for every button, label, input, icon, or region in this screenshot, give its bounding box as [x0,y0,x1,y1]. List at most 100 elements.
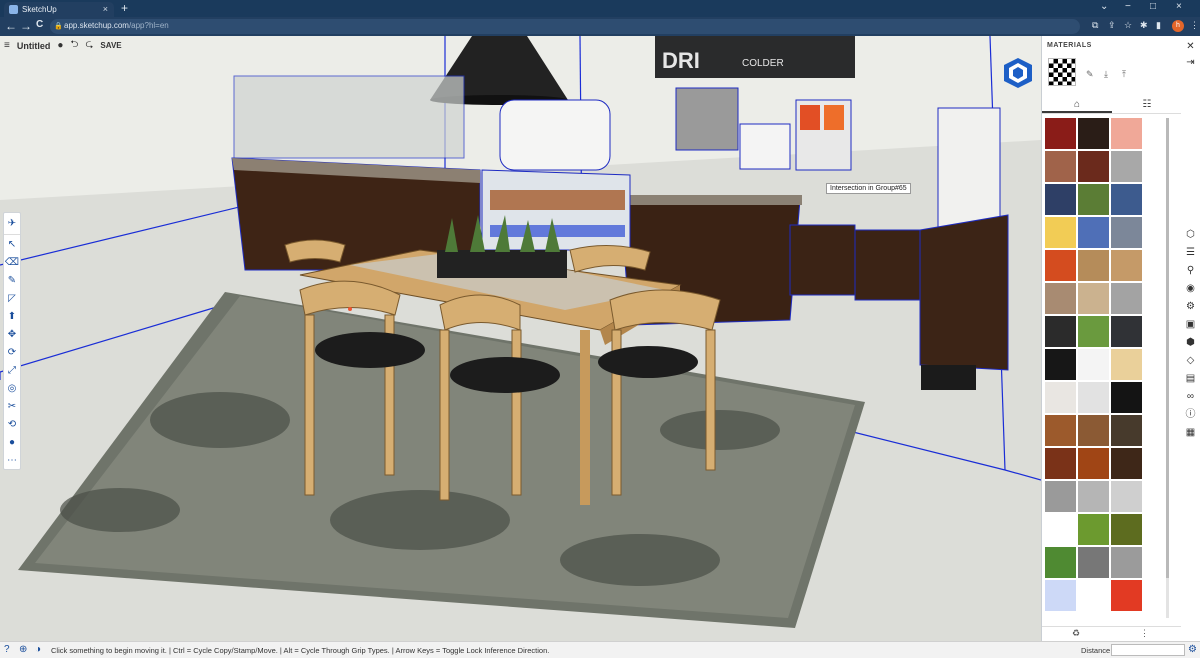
material-swatch[interactable] [1078,547,1109,578]
tab-search-chevron-icon[interactable]: ⌄ [1100,1,1108,12]
tab-in-model-home-icon[interactable]: ⌂ [1042,96,1112,113]
material-swatch[interactable] [1045,448,1076,479]
info-icon[interactable]: ⓘ [1184,408,1197,421]
material-swatch[interactable] [1045,184,1076,215]
components-icon[interactable]: ⚙ [1184,300,1197,313]
active-material-swatch[interactable] [1048,58,1076,86]
material-swatch[interactable] [1111,349,1142,380]
settings-gear-icon[interactable]: ⚙ [1188,644,1197,655]
material-swatch[interactable] [1111,217,1142,248]
orbit-tool-icon[interactable]: ⟲ [4,415,20,433]
back-button[interactable]: ← [5,19,17,33]
pencil-tool-icon[interactable]: ✎ [4,271,20,289]
share-icon[interactable]: ⇪ [1108,20,1116,31]
paint-bucket-tool-icon[interactable]: ● [4,433,20,451]
profile-icon[interactable]: ◑ [35,644,41,655]
scenes-icon[interactable]: ⬢ [1184,336,1197,349]
tab-close-icon[interactable]: × [103,4,108,14]
tags-icon[interactable]: ⚲ [1184,264,1197,277]
view-icon[interactable]: ∞ [1184,390,1197,403]
material-swatch[interactable] [1111,151,1142,182]
camera-icon[interactable]: ▦ [1184,426,1197,439]
more-tools-icon[interactable]: ⋯ [4,451,20,469]
browser-menu-icon[interactable]: ⋮ [1190,20,1199,31]
material-swatch[interactable] [1045,514,1076,545]
material-swatch[interactable] [1078,283,1109,314]
material-swatch[interactable] [1045,349,1076,380]
material-swatch[interactable] [1045,250,1076,281]
material-swatch[interactable] [1045,415,1076,446]
material-swatch[interactable] [1078,382,1109,413]
collapse-tray-icon[interactable]: ⇥ [1184,56,1197,69]
user-icon[interactable]: ● [57,40,63,51]
scale-tool-icon[interactable]: ⤢ [4,361,20,379]
entity-info-icon[interactable]: ⬡ [1184,228,1197,241]
push-pull-tool-icon[interactable]: ⬆ [4,307,20,325]
material-swatch[interactable] [1111,283,1142,314]
rotate-tool-icon[interactable]: ⟳ [4,343,20,361]
extensions-icon[interactable]: ✱ [1140,20,1148,31]
material-swatch[interactable] [1078,415,1109,446]
panel-scrollbar[interactable] [1166,118,1169,618]
model-title[interactable]: Untitled [17,41,51,51]
browser-tab[interactable]: SketchUp × [4,2,114,17]
material-swatch[interactable] [1111,547,1142,578]
eraser-tool-icon[interactable]: ⌫ [4,253,20,271]
material-swatch[interactable] [1078,316,1109,347]
address-bar[interactable]: 🔒 app.sketchup.com/app?hl=en [50,19,1080,34]
select-tool-icon[interactable]: ↖ [4,235,20,253]
material-swatch[interactable] [1111,580,1142,611]
styles-icon[interactable]: ▣ [1184,318,1197,331]
material-swatch[interactable] [1045,382,1076,413]
help-icon[interactable]: ? [4,644,10,655]
materials-tray-icon[interactable]: ◉ [1184,282,1197,295]
material-swatch[interactable] [1045,283,1076,314]
material-swatch[interactable] [1078,514,1109,545]
forward-button[interactable]: → [20,19,32,33]
more-options-icon[interactable]: ⋮ [1140,628,1149,639]
move-tool-icon[interactable]: ✥ [4,325,20,343]
minimize-button[interactable]: − [1125,1,1131,12]
material-swatch[interactable] [1045,580,1076,611]
reload-button[interactable]: C [36,19,43,30]
material-swatch[interactable] [1111,118,1142,149]
hamburger-menu-icon[interactable]: ≡ [4,40,10,51]
material-swatch[interactable] [1111,415,1142,446]
install-app-icon[interactable]: ⧉ [1092,20,1098,31]
side-panel-icon[interactable]: ▮ [1156,20,1161,31]
display-icon[interactable]: ▤ [1184,372,1197,385]
pin-toolbar-icon[interactable]: ✈ [4,213,20,235]
material-swatch[interactable] [1078,481,1109,512]
material-swatch[interactable] [1111,250,1142,281]
material-swatch[interactable] [1111,481,1142,512]
material-swatch[interactable] [1111,448,1142,479]
globe-icon[interactable]: ⊕ [19,644,27,655]
material-swatch[interactable] [1078,184,1109,215]
material-swatch[interactable] [1045,547,1076,578]
distance-input[interactable] [1111,644,1185,656]
recycle-icon[interactable]: ♻ [1072,628,1080,639]
material-swatch[interactable] [1045,151,1076,182]
material-swatch[interactable] [1111,316,1142,347]
tab-browse-icon[interactable]: ☷ [1112,96,1182,113]
import-material-icon[interactable]: ⤓ [1104,69,1108,80]
maximize-button[interactable]: □ [1150,1,1156,12]
close-tray-icon[interactable]: ✕ [1184,40,1197,53]
save-button[interactable]: SAVE [100,41,121,50]
profile-avatar[interactable]: h [1172,20,1184,32]
material-swatch[interactable] [1045,118,1076,149]
material-swatch[interactable] [1078,151,1109,182]
material-swatch[interactable] [1078,250,1109,281]
material-swatch[interactable] [1111,184,1142,215]
material-swatch[interactable] [1078,349,1109,380]
bookmark-star-icon[interactable]: ☆ [1124,20,1132,31]
rectangle-tool-icon[interactable]: ◸ [4,289,20,307]
redo-icon[interactable]: ⮎ [85,37,93,54]
edit-material-icon[interactable]: ✎ [1086,69,1094,80]
export-material-icon[interactable]: ⤒ [1122,69,1126,80]
new-tab-button[interactable]: + [121,1,128,15]
material-swatch[interactable] [1111,514,1142,545]
outliner-icon[interactable]: ☰ [1184,246,1197,259]
offset-tool-icon[interactable]: ◎ [4,379,20,397]
soften-edges-icon[interactable]: ◇ [1184,354,1197,367]
